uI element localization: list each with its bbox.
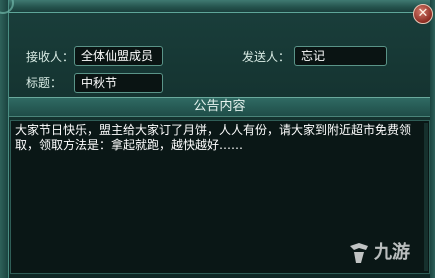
subject-field[interactable]: 中秋节: [74, 73, 163, 93]
content-header-bar: 公告内容: [9, 97, 430, 117]
recipient-field[interactable]: 全体仙盟成员: [74, 46, 163, 66]
recipient-label: 接收人：: [26, 50, 75, 64]
window-left-frame: [0, 0, 9, 278]
watermark-logo-icon: [350, 243, 368, 263]
sender-field[interactable]: 忘记: [294, 46, 387, 66]
subject-label: 标题：: [26, 76, 63, 90]
close-button[interactable]: ✕: [413, 4, 433, 24]
window-top-frame: [0, 0, 435, 13]
announcement-body-text: 大家节日快乐，盟主给大家订了月饼，人人有份，请大家到附近超市免费领取，领取方法是…: [15, 123, 412, 152]
site-watermark: 九游: [346, 238, 428, 268]
announcement-window: ✕ 接收人： 全体仙盟成员 发送人： 忘记 标题： 中秋节 公告内容 大家节日快…: [0, 0, 435, 278]
sender-label: 发送人：: [242, 50, 291, 64]
watermark-text: 九游: [374, 242, 410, 263]
window-right-frame: [430, 0, 435, 278]
content-header-title: 公告内容: [193, 99, 246, 114]
